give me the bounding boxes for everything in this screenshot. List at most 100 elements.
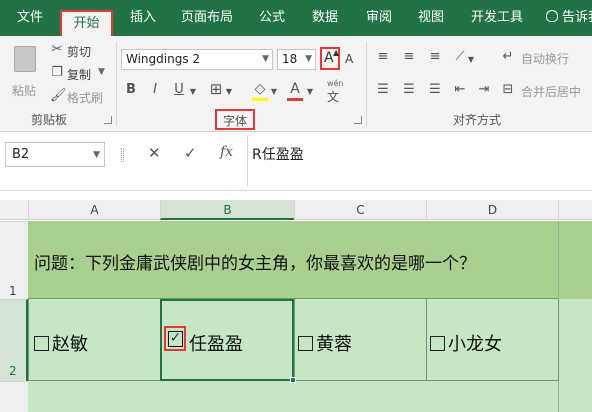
align-top-icon[interactable]: ≡: [375, 49, 391, 65]
tab-view[interactable]: 视图: [418, 0, 444, 36]
formula-input[interactable]: R任盈盈: [252, 144, 304, 164]
decrease-indent-icon[interactable]: ⇤: [452, 82, 468, 98]
column-header-e[interactable]: [558, 200, 592, 220]
column-header-b[interactable]: B: [160, 200, 294, 220]
chevron-down-icon: ▼: [305, 54, 312, 64]
cell-c2-text: 黄蓉: [316, 334, 352, 355]
font-name-select[interactable]: Wingdings 2 ▼: [121, 49, 273, 70]
tab-home[interactable]: 开始: [60, 10, 113, 36]
fill-handle[interactable]: [290, 377, 296, 383]
drag-handle-icon[interactable]: [121, 148, 124, 162]
fill-color-icon[interactable]: ◇: [252, 81, 268, 97]
chevron-down-icon[interactable]: ▼: [269, 84, 279, 100]
tell-me-label: 告诉我: [562, 10, 592, 25]
enter-icon[interactable]: ✓: [184, 144, 197, 162]
cell-a2[interactable]: 赵敏: [34, 330, 88, 356]
font-size-value: 18: [282, 52, 298, 66]
increase-indent-icon[interactable]: ⇥: [476, 82, 492, 98]
align-right-icon[interactable]: ☰: [427, 82, 443, 98]
align-middle-icon[interactable]: ≡: [401, 49, 417, 65]
grow-font-button[interactable]: A ▲: [320, 47, 340, 70]
chevron-down-icon[interactable]: ▼: [466, 52, 476, 68]
italic-button[interactable]: I: [148, 82, 162, 98]
font-color-icon[interactable]: A: [287, 81, 303, 97]
merge-center-label: 合并后居中: [521, 85, 582, 99]
tab-data[interactable]: 数据: [312, 0, 338, 36]
align-left-icon[interactable]: ☰: [375, 82, 391, 98]
column-header-d[interactable]: D: [426, 200, 558, 220]
formula-bar: B2 ▼ ✕ ✓ fx R任盈盈: [0, 132, 592, 191]
tab-review[interactable]: 审阅: [366, 0, 392, 36]
merge-icon: ⊟: [502, 82, 514, 97]
row-header-2[interactable]: 2: [0, 299, 28, 381]
font-size-select[interactable]: 18 ▼: [277, 49, 316, 70]
shrink-font-button[interactable]: A: [345, 52, 353, 66]
align-bottom-icon[interactable]: ≡: [427, 49, 443, 65]
font-group-highlight: 字体: [215, 109, 255, 130]
cut-label: 剪切: [67, 45, 92, 59]
name-box-value: B2: [12, 147, 30, 162]
name-box[interactable]: B2 ▼: [5, 142, 105, 167]
cell-b2-text: 任盈盈: [189, 334, 243, 355]
underline-button[interactable]: U: [172, 82, 186, 98]
font-launcher-icon[interactable]: [354, 116, 362, 124]
caret-up-icon: ▲: [333, 48, 340, 57]
gridline: [426, 299, 427, 381]
cell-d2[interactable]: 小龙女: [430, 330, 502, 356]
checkbox-checked-icon: ✓: [168, 330, 183, 347]
copy-icon: ❐: [51, 65, 63, 80]
clipboard-launcher-icon[interactable]: [104, 116, 112, 124]
divider: [247, 136, 248, 186]
format-painter-label: 格式刷: [67, 91, 104, 105]
row-header-1[interactable]: 1: [0, 221, 28, 299]
gridline: [558, 299, 559, 381]
row-header-3[interactable]: [0, 381, 28, 412]
phonetic-guide-button[interactable]: wén 文: [327, 79, 357, 105]
gridline: [28, 299, 29, 381]
chevron-down-icon: ▼: [93, 150, 100, 160]
lightbulb-icon: [546, 10, 558, 22]
cell-a2-text: 赵敏: [52, 334, 88, 355]
tab-page-layout[interactable]: 页面布局: [181, 0, 233, 36]
wrap-text-label: 自动换行: [521, 52, 570, 66]
cell-a1[interactable]: 问题：下列金庸武侠剧中的女主角，你最喜欢的是哪一个？: [34, 249, 476, 274]
cancel-icon[interactable]: ✕: [148, 144, 161, 162]
checkbox-checked-highlight: ✓: [164, 326, 186, 351]
tab-insert[interactable]: 插入: [130, 0, 156, 36]
column-header-c[interactable]: C: [294, 200, 426, 220]
divider: [116, 42, 117, 126]
fill-color-swatch: [252, 98, 268, 101]
ribbon-tab-bar: 文件 开始 插入 页面布局 公式 数据 审阅 视图 开发工具 告诉我: [0, 0, 592, 36]
insert-function-button[interactable]: fx: [220, 144, 233, 160]
column-headers: A B C D: [0, 200, 592, 220]
cell-c2[interactable]: 黄蓉: [298, 330, 352, 356]
paste-icon: [14, 46, 36, 72]
divider: [366, 42, 367, 126]
tab-developer[interactable]: 开发工具: [471, 0, 523, 36]
row-3-background: [28, 381, 592, 412]
gridline: [294, 299, 295, 381]
alignment-group-label: 对齐方式: [453, 113, 502, 127]
wrap-text-icon: ↵: [502, 49, 514, 64]
paste-button[interactable]: 粘贴: [6, 44, 44, 102]
scissors-icon: ✂: [51, 42, 63, 57]
font-group-label: 字体: [223, 114, 248, 128]
column-header-a[interactable]: A: [28, 200, 160, 220]
tab-formulas[interactable]: 公式: [259, 0, 285, 36]
bold-button[interactable]: B: [124, 82, 138, 98]
paste-label: 粘贴: [12, 84, 37, 98]
chevron-down-icon: ▼: [262, 54, 269, 64]
clipboard-group-label: 剪贴板: [31, 113, 68, 127]
chevron-down-icon[interactable]: ▼: [224, 84, 234, 100]
align-center-icon[interactable]: ☰: [401, 82, 417, 98]
checkbox-empty-icon: [298, 336, 313, 351]
shrink-font-icon: A: [345, 52, 354, 66]
tab-file[interactable]: 文件: [17, 0, 43, 36]
tell-me[interactable]: 告诉我: [546, 0, 592, 36]
copy-label: 复制: [67, 68, 92, 82]
font-name-value: Wingdings 2: [126, 52, 201, 66]
borders-icon[interactable]: ⊞: [208, 81, 224, 97]
chevron-down-icon[interactable]: ▼: [305, 84, 315, 100]
brush-icon: 🖌: [50, 88, 67, 103]
chevron-down-icon[interactable]: ▼: [188, 84, 198, 100]
